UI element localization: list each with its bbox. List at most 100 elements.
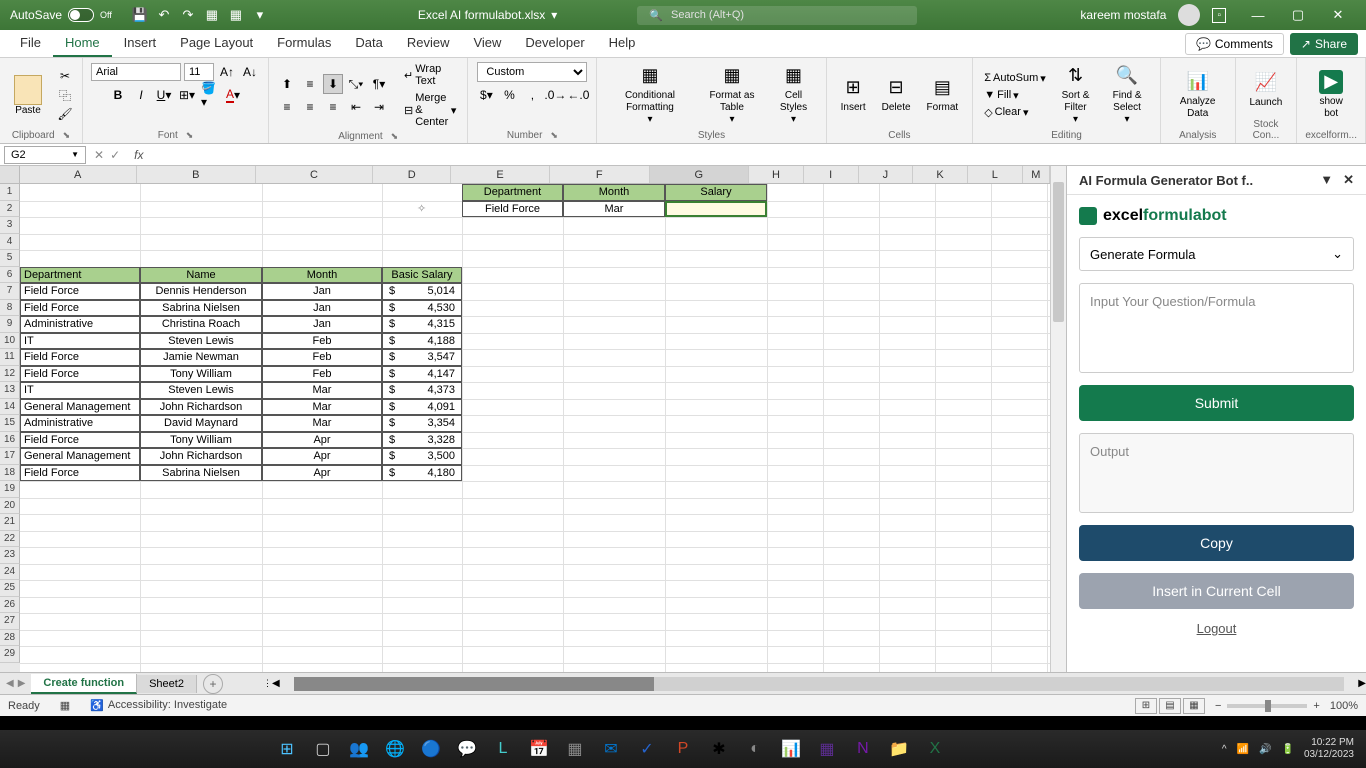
tab-page-layout[interactable]: Page Layout xyxy=(168,30,265,57)
cell[interactable]: Mar xyxy=(262,415,382,432)
row-header[interactable]: 19 xyxy=(0,481,20,498)
align-center-icon[interactable]: ≡ xyxy=(300,97,320,117)
teams-icon[interactable]: 👥 xyxy=(344,734,374,764)
undo-icon[interactable]: ↶ xyxy=(156,7,172,23)
chevron-down-icon[interactable]: ▼ xyxy=(1320,172,1333,188)
cell[interactable]: Administrative xyxy=(20,415,140,432)
cell[interactable]: $3,547 xyxy=(382,349,462,366)
task-view-icon[interactable]: ▢ xyxy=(308,734,338,764)
outlook-icon[interactable]: ✉ xyxy=(596,734,626,764)
sheet-nav-back-icon[interactable]: ▶ xyxy=(18,678,26,689)
row-header[interactable]: 25 xyxy=(0,580,20,597)
column-header[interactable]: K xyxy=(913,166,968,183)
underline-button[interactable]: U▾ xyxy=(154,85,174,105)
app-icon[interactable]: L xyxy=(488,734,518,764)
autosum-button[interactable]: ΣAutoSum ▾ xyxy=(981,71,1049,86)
cell[interactable]: $4,180 xyxy=(382,465,462,482)
row-header[interactable]: 13 xyxy=(0,382,20,399)
row-header[interactable]: 21 xyxy=(0,514,20,531)
increase-indent-icon[interactable]: ⇥ xyxy=(369,97,389,117)
cell[interactable]: Month xyxy=(563,184,665,201)
enter-icon[interactable]: ✓ xyxy=(110,148,120,162)
align-top-icon[interactable]: ⬆ xyxy=(277,74,297,94)
tab-developer[interactable]: Developer xyxy=(513,30,596,57)
sheet-tab-active[interactable]: Create function xyxy=(31,674,137,694)
column-header[interactable]: E xyxy=(451,166,550,183)
text-direction-icon[interactable]: ¶▾ xyxy=(369,74,389,94)
tray-chevron-icon[interactable]: ^ xyxy=(1222,744,1227,755)
tab-insert[interactable]: Insert xyxy=(112,30,169,57)
qat-dropdown-icon[interactable]: ▾ xyxy=(252,7,268,23)
cell[interactable]: IT xyxy=(20,333,140,350)
cell[interactable]: IT xyxy=(20,382,140,399)
sheet-nav-fwd-icon[interactable]: ◀ xyxy=(6,678,14,689)
cell[interactable]: Apr xyxy=(262,465,382,482)
cell[interactable]: Feb xyxy=(262,349,382,366)
orientation-icon[interactable]: ⤡▾ xyxy=(346,74,366,94)
zoom-in-icon[interactable]: + xyxy=(1313,700,1319,712)
minimize-button[interactable]: — xyxy=(1238,0,1278,30)
autosave-toggle[interactable]: AutoSave Off xyxy=(0,8,122,22)
tab-data[interactable]: Data xyxy=(343,30,394,57)
row-header[interactable]: 10 xyxy=(0,333,20,350)
column-header[interactable]: C xyxy=(256,166,373,183)
cell[interactable]: Sabrina Nielsen xyxy=(140,465,262,482)
cell[interactable]: Field Force xyxy=(20,300,140,317)
formula-input[interactable] xyxy=(149,147,1366,163)
number-format-select[interactable]: Custom xyxy=(477,62,587,82)
app-icon[interactable]: ▦ xyxy=(812,734,842,764)
decrease-indent-icon[interactable]: ⇤ xyxy=(346,97,366,117)
cell[interactable]: $3,500 xyxy=(382,448,462,465)
cell[interactable]: Department xyxy=(462,184,563,201)
column-header[interactable]: G xyxy=(650,166,750,183)
column-header[interactable]: H xyxy=(749,166,804,183)
cell[interactable]: $5,014 xyxy=(382,283,462,300)
copy-button[interactable]: Copy xyxy=(1079,525,1354,561)
excel-icon[interactable]: X xyxy=(920,734,950,764)
row-header[interactable]: 5 xyxy=(0,250,20,267)
cell[interactable]: Name xyxy=(140,267,262,284)
close-panel-button[interactable]: ✕ xyxy=(1343,172,1354,188)
increase-font-icon[interactable]: A↑ xyxy=(217,62,237,82)
share-button[interactable]: ↗Share xyxy=(1290,33,1358,55)
find-select-button[interactable]: 🔍Find & Select▾ xyxy=(1102,62,1152,128)
cell[interactable]: Mar xyxy=(262,382,382,399)
launch-addin-button[interactable]: 📈Launch xyxy=(1244,69,1289,111)
italic-button[interactable]: I xyxy=(131,85,151,105)
chrome-icon[interactable]: 🔵 xyxy=(416,734,446,764)
row-header[interactable]: 22 xyxy=(0,531,20,548)
font-size-select[interactable] xyxy=(184,63,214,81)
show-bot-button[interactable]: ▶show bot xyxy=(1305,68,1357,122)
tab-home[interactable]: Home xyxy=(53,30,112,57)
edge-icon[interactable]: 🌐 xyxy=(380,734,410,764)
app-icon[interactable]: ▦ xyxy=(560,734,590,764)
powerbi-icon[interactable]: 📊 xyxy=(776,734,806,764)
battery-icon[interactable]: 🔋 xyxy=(1281,744,1293,755)
cell[interactable]: $4,188 xyxy=(382,333,462,350)
comments-button[interactable]: 💬Comments xyxy=(1185,33,1284,55)
submit-button[interactable]: Submit xyxy=(1079,385,1354,421)
mode-dropdown[interactable]: Generate Formula ⌄ xyxy=(1079,237,1354,271)
column-header[interactable]: M xyxy=(1023,166,1050,183)
cell[interactable]: Field Force xyxy=(462,201,563,218)
cell-styles-button[interactable]: ▦Cell Styles▾ xyxy=(769,62,817,128)
currency-icon[interactable]: $▾ xyxy=(476,85,496,105)
cell[interactable]: $4,091 xyxy=(382,399,462,416)
cell[interactable]: Mar xyxy=(262,399,382,416)
column-header[interactable]: L xyxy=(968,166,1023,183)
fx-icon[interactable]: fx xyxy=(128,148,149,162)
start-button[interactable]: ⊞ xyxy=(272,734,302,764)
todo-icon[interactable]: ✓ xyxy=(632,734,662,764)
page-layout-button[interactable]: ▤ xyxy=(1159,698,1181,714)
tab-view[interactable]: View xyxy=(461,30,513,57)
row-header[interactable]: 28 xyxy=(0,630,20,647)
clear-button[interactable]: ◇Clear ▾ xyxy=(981,105,1049,120)
cell[interactable]: Apr xyxy=(262,448,382,465)
accessibility-status[interactable]: ♿Accessibility: Investigate xyxy=(90,699,227,712)
tab-review[interactable]: Review xyxy=(395,30,462,57)
copilot-icon[interactable]: ◐ xyxy=(740,734,770,764)
clock[interactable]: 10:22 PM 03/12/2023 xyxy=(1304,737,1354,761)
cell[interactable]: Jan xyxy=(262,283,382,300)
add-sheet-button[interactable]: + xyxy=(203,674,223,694)
zoom-level[interactable]: 100% xyxy=(1330,700,1358,712)
